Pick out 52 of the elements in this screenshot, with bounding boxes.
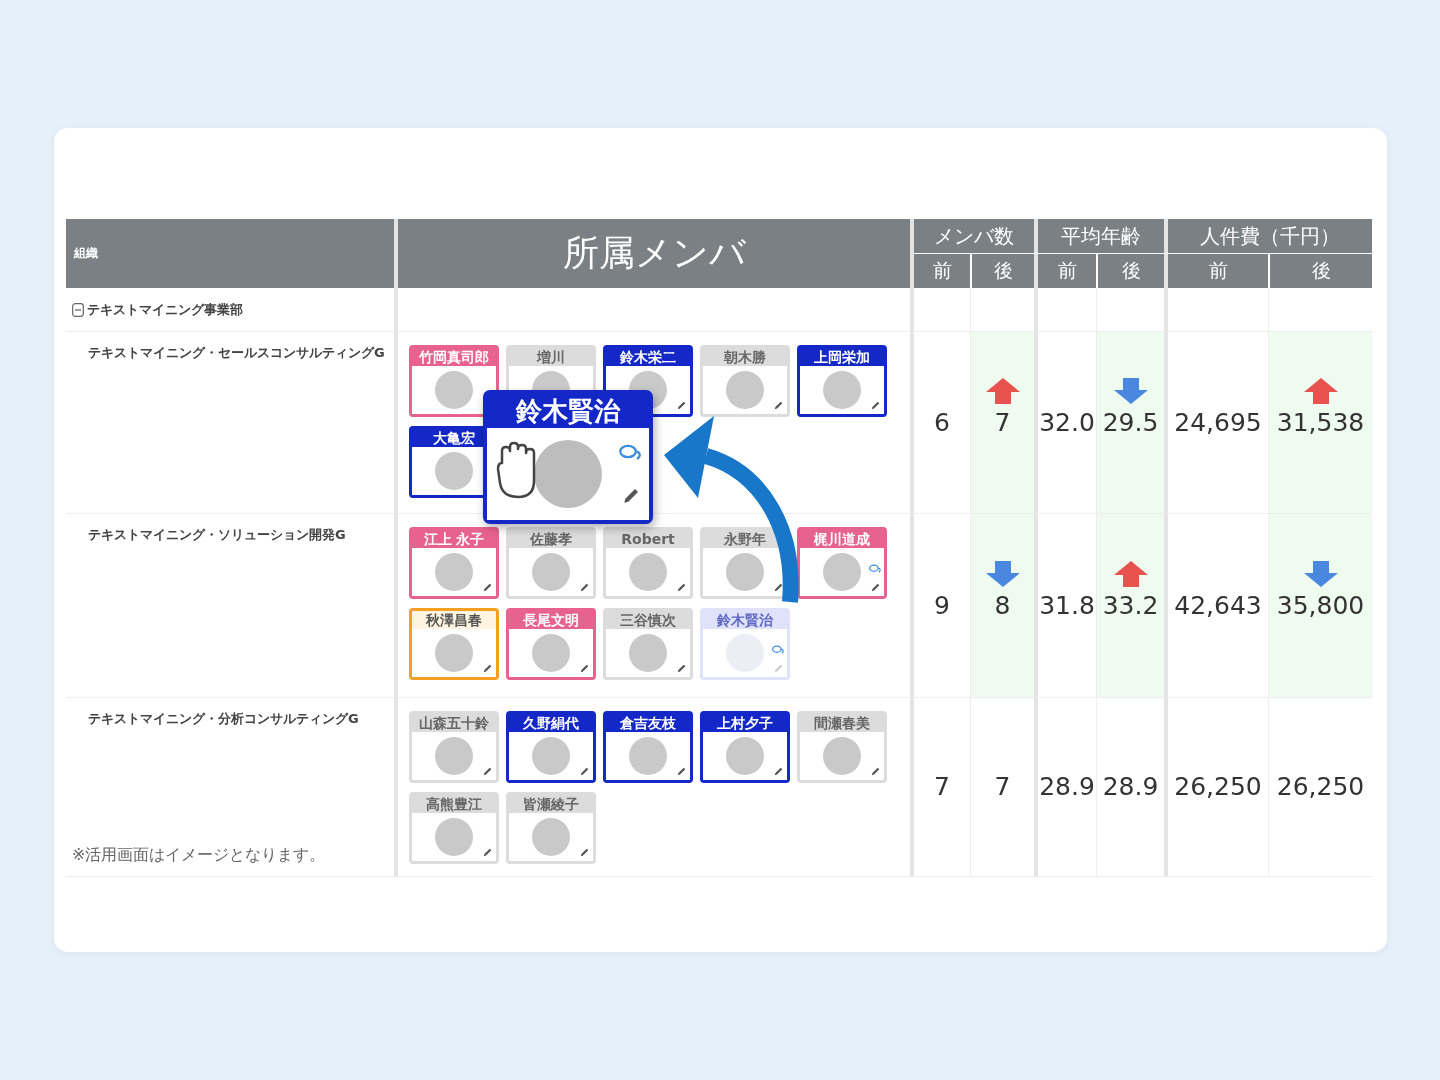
column-header: 前 bbox=[1164, 254, 1268, 288]
member-name: 山森五十鈴 bbox=[419, 714, 489, 732]
metric-value: 28.9 bbox=[1039, 771, 1095, 803]
member-name: 高熊豊江 bbox=[426, 795, 482, 813]
member-name: 間瀬春美 bbox=[814, 714, 870, 732]
column-header: 後 bbox=[970, 254, 1034, 288]
metric-value: 35,800 bbox=[1276, 589, 1365, 622]
metric-value: 31,538 bbox=[1276, 406, 1365, 439]
metric-value: 8 bbox=[994, 589, 1011, 622]
member-name: 鈴木賢治 bbox=[717, 611, 773, 629]
member-name: 三谷慎次 bbox=[620, 611, 676, 629]
metric-value: 6 bbox=[934, 406, 950, 439]
member-name: 久野絹代 bbox=[523, 714, 579, 732]
metric-value: 24,695 bbox=[1174, 406, 1262, 439]
member-name: 永野年 bbox=[724, 530, 766, 548]
metric-value: 29.5 bbox=[1102, 406, 1159, 439]
member-name: 竹岡真司郎 bbox=[419, 348, 489, 366]
metric-value: 7 bbox=[994, 771, 1011, 803]
footnote: ※活用画面はイメージとなります。 bbox=[72, 845, 327, 866]
metric-value: 31.8 bbox=[1039, 589, 1095, 622]
member-name: 皆瀬綾子 bbox=[523, 795, 579, 813]
metric-value: 26,250 bbox=[1174, 771, 1262, 803]
member-name: 梶川道成 bbox=[814, 530, 870, 548]
member-name: Robert bbox=[621, 530, 675, 548]
column-header: 前 bbox=[1034, 254, 1096, 288]
member-name: 朝木勝 bbox=[724, 348, 766, 366]
member-name: 江上 永子 bbox=[423, 530, 485, 548]
column-header: 組織 bbox=[66, 219, 398, 288]
column-header: 前 bbox=[910, 254, 970, 288]
column-header: 後 bbox=[1096, 254, 1164, 288]
member-name: 増川 bbox=[537, 348, 565, 366]
member-name: 上岡栄加 bbox=[814, 348, 870, 366]
member-name: 上村夕子 bbox=[717, 714, 773, 732]
column-header: 平均年齢 bbox=[1034, 219, 1164, 254]
member-name: 倉吉友枝 bbox=[620, 714, 676, 732]
metric-value: 7 bbox=[994, 406, 1011, 439]
member-name: 秋澤昌春 bbox=[426, 611, 482, 629]
member-name: 長尾文明 bbox=[523, 611, 579, 629]
metric-value: 9 bbox=[934, 589, 950, 622]
metric-value: 33.2 bbox=[1102, 589, 1159, 622]
column-header: 所属メンバ bbox=[398, 219, 910, 288]
metric-value: 7 bbox=[934, 771, 950, 803]
column-header: 人件費（千円） bbox=[1164, 219, 1372, 254]
column-header: メンバ数 bbox=[910, 219, 1034, 254]
metric-value: 26,250 bbox=[1276, 771, 1365, 803]
metric-value: 28.9 bbox=[1102, 771, 1159, 803]
member-name: 佐藤孝 bbox=[530, 530, 572, 548]
metric-value: 42,643 bbox=[1174, 589, 1262, 622]
metric-value: 32.0 bbox=[1039, 406, 1095, 439]
column-header: 後 bbox=[1268, 254, 1372, 288]
member-name: 大亀宏 bbox=[433, 429, 475, 447]
member-name: 鈴木栄二 bbox=[620, 348, 676, 366]
